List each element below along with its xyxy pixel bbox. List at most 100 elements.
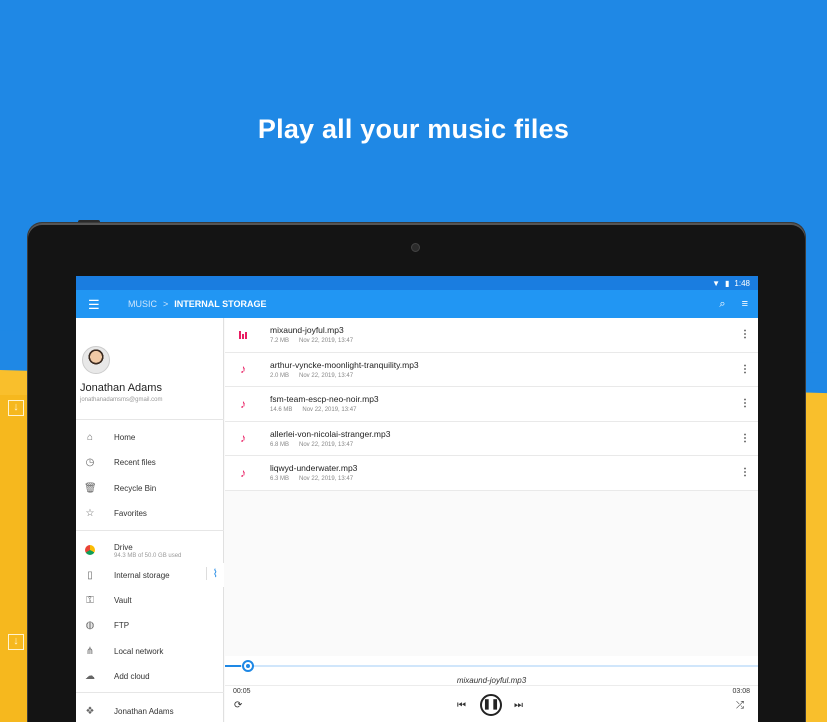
chevron-right-icon: > <box>163 299 169 309</box>
drive-icon <box>84 544 96 558</box>
pause-button[interactable]: ❚❚ <box>480 694 502 716</box>
network-icon: ⋔ <box>85 645 95 657</box>
file-date: Nov 22, 2019, 13:47 <box>299 372 354 379</box>
nav-label: Drive <box>114 543 133 552</box>
nav-label: Jonathan Adams <box>114 706 174 716</box>
file-name: liqwyd-underwater.mp3 <box>270 463 358 474</box>
menu-icon[interactable]: ☰ <box>88 298 106 311</box>
nav-label: FTP <box>114 620 130 630</box>
nav-item-internal-storage[interactable]: ▯ Internal storage ⌇ <box>76 563 224 587</box>
seek-bar[interactable] <box>225 665 758 667</box>
more-vert-icon[interactable]: ⋮ <box>740 398 750 409</box>
nav-item-dropbox[interactable]: ❖ Jonathan Adams <box>76 699 224 722</box>
nav-label: Local network <box>114 646 164 656</box>
nav-item-add-cloud[interactable]: ☁ Add cloud <box>76 664 224 688</box>
divider <box>225 685 758 686</box>
nav-item-vault[interactable]: ⚿ Vault <box>76 588 224 612</box>
headline: Play all your music files <box>257 114 570 144</box>
file-size: 6.3 MB <box>270 476 290 483</box>
list-item[interactable]: mixaund-joyful.mp3 7.2 MB Nov 22, 2019, 1… <box>225 318 758 353</box>
nav-label: Home <box>114 432 136 442</box>
more-vert-icon[interactable]: ⋮ <box>740 329 750 340</box>
skip-next-icon[interactable]: ⏭ <box>514 700 523 711</box>
download-icon: ↓ <box>8 634 24 650</box>
nav-item-favorites[interactable]: ☆ Favorites <box>76 501 224 525</box>
music-note-icon: ♪ <box>240 431 246 446</box>
seek-progress <box>225 665 241 667</box>
nav-item-recycle-bin[interactable]: 🗑 Recycle Bin <box>76 476 224 500</box>
skip-previous-icon[interactable]: ⏮ <box>457 700 466 711</box>
file-size: 7.2 MB <box>270 338 290 345</box>
divider <box>76 419 224 420</box>
list-item[interactable]: ♪ allerlei-von-nicolai-stranger.mp3 6.8 … <box>225 421 758 456</box>
drive-text: Drive 94.3 MB of 50.0 GB used <box>114 543 181 559</box>
cloud-add-icon: ☁ <box>85 670 95 682</box>
equalizer-icon <box>236 328 250 342</box>
music-player: mixaund-joyful.mp3 00:05 03:08 ⟳ ⏮ ❚❚ ⏭ … <box>225 656 758 722</box>
broom-icon[interactable]: ⌇ <box>205 567 218 580</box>
camera-icon <box>411 243 420 252</box>
more-vert-icon[interactable]: ⋮ <box>740 433 750 444</box>
clock-icon: ◷ <box>85 456 95 468</box>
avatar[interactable] <box>82 346 110 374</box>
music-note-icon: ♪ <box>240 396 246 411</box>
breadcrumb-music[interactable]: MUSIC <box>128 299 157 309</box>
download-icon: ↓ <box>8 400 24 416</box>
nav-label: Vault <box>114 595 132 605</box>
file-date: Nov 22, 2019, 13:47 <box>299 338 354 345</box>
elapsed-time: 00:05 <box>233 688 251 695</box>
file-date: Nov 22, 2019, 13:47 <box>302 407 357 414</box>
nav-label: Recycle Bin <box>114 483 157 493</box>
file-date: Nov 22, 2019, 13:47 <box>299 476 354 483</box>
background-strip <box>0 395 30 722</box>
breadcrumb: MUSIC > INTERNAL STORAGE <box>128 299 266 309</box>
trash-icon: 🗑 <box>84 482 97 494</box>
total-duration: 03:08 <box>732 688 750 695</box>
battery-icon: ▮ <box>725 278 730 288</box>
more-vert-icon[interactable]: ⋮ <box>740 364 750 375</box>
device-screen: ▼ ▮ 1:48 ☰ MUSIC > INTERNAL STORAGE ⌕ ≡ … <box>76 276 758 722</box>
nav-label: Add cloud <box>114 671 150 681</box>
list-item[interactable]: ♪ fsm-team-escp-neo-noir.mp3 14.6 MB Nov … <box>225 387 758 422</box>
file-size: 14.6 MB <box>270 407 293 414</box>
wifi-icon: ▼ <box>712 278 721 288</box>
repeat-icon[interactable]: ⟳ <box>234 700 242 711</box>
breadcrumb-internal-storage[interactable]: INTERNAL STORAGE <box>174 299 266 309</box>
list-item[interactable]: ♪ liqwyd-underwater.mp3 6.3 MB Nov 22, 20… <box>225 456 758 491</box>
home-icon: ⌂ <box>86 431 94 443</box>
user-email: jonathanadamsms@gmail.com <box>80 397 163 403</box>
drive-usage: 94.3 MB of 50.0 GB used <box>114 553 182 559</box>
divider <box>76 530 224 531</box>
list-item[interactable]: ♪ arthur-vyncke-moonlight-tranquility.mp… <box>225 352 758 387</box>
music-note-icon: ♪ <box>240 362 246 377</box>
nav-label: Recent files <box>114 457 156 467</box>
file-name: arthur-vyncke-moonlight-tranquility.mp3 <box>270 359 419 370</box>
nav-item-local-network[interactable]: ⋔ Local network <box>76 639 224 663</box>
user-name: Jonathan Adams <box>80 382 162 394</box>
status-time: 1:48 <box>734 278 750 288</box>
navigation-drawer: Jonathan Adams jonathanadamsms@gmail.com… <box>76 318 224 722</box>
search-icon[interactable]: ⌕ <box>719 298 725 311</box>
file-size: 6.8 MB <box>270 441 290 448</box>
music-note-icon: ♪ <box>240 465 246 480</box>
status-bar: ▼ ▮ 1:48 <box>76 276 758 290</box>
nav-label: Favorites <box>114 508 147 518</box>
more-vert-icon[interactable]: ⋮ <box>740 467 750 478</box>
file-size: 2.0 MB <box>270 372 290 379</box>
file-name: mixaund-joyful.mp3 <box>270 325 344 336</box>
now-playing-title: mixaund-joyful.mp3 <box>456 676 527 685</box>
shuffle-icon[interactable]: ⤮ <box>736 700 744 711</box>
seek-handle[interactable] <box>242 660 254 672</box>
star-icon: ☆ <box>85 507 95 519</box>
file-name: fsm-team-escp-neo-noir.mp3 <box>270 394 379 405</box>
app-bar: ☰ MUSIC > INTERNAL STORAGE ⌕ ≡ <box>76 290 758 318</box>
nav-item-home[interactable]: ⌂ Home <box>76 425 224 449</box>
nav-item-recent-files[interactable]: ◷ Recent files <box>76 450 224 474</box>
file-name: allerlei-von-nicolai-stranger.mp3 <box>270 428 391 439</box>
sort-icon[interactable]: ≡ <box>742 298 748 311</box>
nav-item-ftp[interactable]: ◍ FTP <box>76 613 224 637</box>
nav-label: Internal storage <box>114 570 170 580</box>
nav-item-drive[interactable]: Drive 94.3 MB of 50.0 GB used <box>76 537 224 565</box>
lock-icon: ⚿ <box>86 594 94 606</box>
phone-icon: ▯ <box>87 569 93 581</box>
